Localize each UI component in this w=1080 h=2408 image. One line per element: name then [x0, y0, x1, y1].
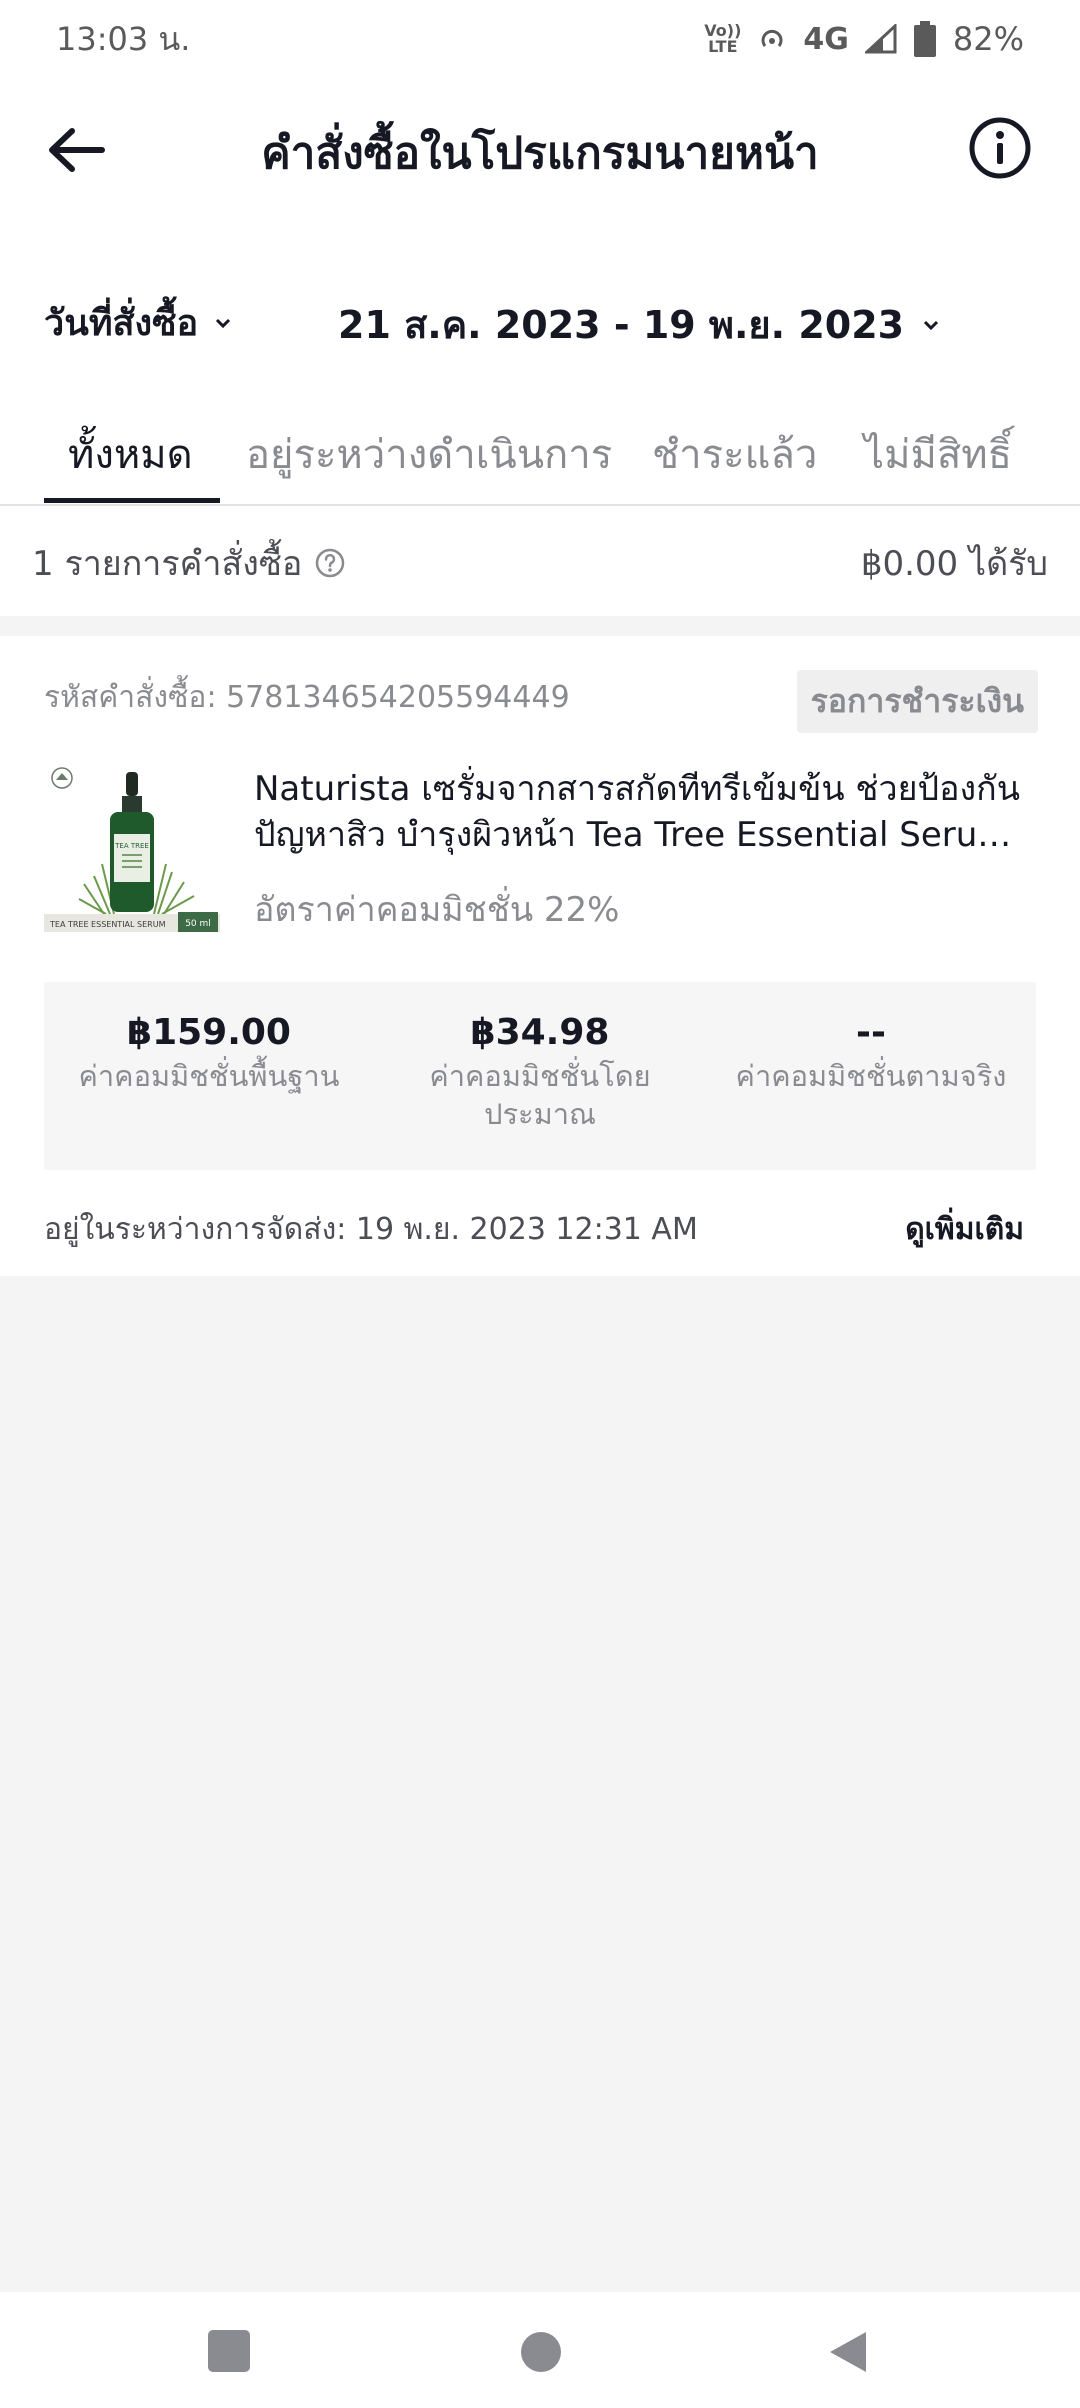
- commission-stats: ฿159.00 ค่าคอมมิชชั่นพื้นฐาน ฿34.98 ค่าค…: [44, 982, 1036, 1170]
- active-tab-indicator: [44, 498, 220, 503]
- chevron-down-icon: [216, 318, 231, 328]
- svg-text:TEA TREE: TEA TREE: [114, 842, 149, 850]
- status-tabs: ทั้งหมด อยู่ระหว่างดำเนินการ ชำระแล้ว ไม…: [0, 388, 1080, 506]
- battery-icon: [913, 21, 936, 57]
- stat-label: ค่าคอมมิชชั่นตามจริง: [735, 1059, 1007, 1093]
- page-title: คำสั่งซื้อในโปรแกรมนายหน้า: [261, 128, 819, 179]
- date-range-dropdown[interactable]: 21 ส.ค. 2023 - 19 พ.ย. 2023: [338, 294, 942, 355]
- stat-base-commission: ฿159.00 ค่าคอมมิชชั่นพื้นฐาน: [44, 1012, 374, 1095]
- volte-icon: Vo)) LTE: [704, 21, 742, 56]
- battery-level: 82%: [952, 20, 1024, 58]
- stat-value: ฿34.98: [470, 1012, 610, 1053]
- serum-bottle-image: TEA TREE TEA TREE ESSENTIAL SERUM 50 ml: [44, 764, 220, 940]
- thumb-caption: TEA TREE ESSENTIAL SERUM: [49, 920, 166, 929]
- order-count-label: 1 รายการคำสั่งซื้อ: [32, 544, 303, 584]
- system-nav-bar: [0, 2292, 1080, 2408]
- info-button[interactable]: [964, 112, 1036, 184]
- tab-paid[interactable]: ชำระแล้ว: [652, 422, 817, 486]
- thumb-size: 50 ml: [185, 919, 211, 929]
- tab-all[interactable]: ทั้งหมด: [68, 422, 193, 486]
- product-thumbnail[interactable]: TEA TREE TEA TREE ESSENTIAL SERUM 50 ml: [44, 764, 220, 940]
- stat-value: --: [856, 1012, 886, 1053]
- order-card[interactable]: รหัสคำสั่งซื้อ: 578134654205594449 รอการ…: [0, 636, 1080, 1276]
- section-divider: [0, 616, 1080, 636]
- stat-value: ฿159.00: [127, 1012, 291, 1053]
- order-summary: 1 รายการคำสั่งซื้อ ฿0.00 ได้รับ: [0, 506, 1080, 616]
- stat-estimated-commission: ฿34.98 ค่าคอมมิชชั่นโดยประมาณ: [400, 1012, 680, 1133]
- recents-icon[interactable]: [206, 2328, 252, 2374]
- date-type-label: วันที่สั่งซื้อ: [44, 303, 199, 344]
- tab-ineligible[interactable]: ไม่มีสิทธิ์: [864, 422, 1012, 486]
- status-badge: รอการชำระเงิน: [796, 670, 1038, 733]
- commission-rate: อัตราค่าคอมมิชชั่น 22%: [254, 890, 620, 930]
- date-range-label: 21 ส.ค. 2023 - 19 พ.ย. 2023: [338, 303, 905, 347]
- order-id: รหัสคำสั่งซื้อ: 578134654205594449: [44, 680, 570, 715]
- signal-icon: [864, 24, 897, 54]
- stat-label: ค่าคอมมิชชั่นโดยประมาณ: [429, 1059, 651, 1131]
- status-bar: 13:03 น. Vo)) LTE 4G 82%: [0, 0, 1080, 78]
- product-name[interactable]: Naturista เซรั่มจากสารสกัดทีทรีเข้มข้น ช…: [254, 766, 1044, 858]
- stat-actual-commission: -- ค่าคอมมิชชั่นตามจริง: [706, 1012, 1036, 1095]
- tab-processing[interactable]: อยู่ระหว่างดำเนินการ: [246, 422, 612, 486]
- stat-label: ค่าคอมมิชชั่นพื้นฐาน: [78, 1059, 340, 1093]
- back-nav-icon[interactable]: [824, 2328, 872, 2376]
- help-icon[interactable]: [314, 547, 346, 579]
- earned-amount: ฿0.00 ได้รับ: [860, 544, 1048, 584]
- see-more-link[interactable]: ดูเพิ่มเติม: [905, 1206, 1024, 1253]
- info-icon: [969, 117, 1031, 179]
- shipping-status: อยู่ในระหว่างการจัดส่ง: 19 พ.ย. 2023 12:…: [44, 1212, 698, 1247]
- status-icons: Vo)) LTE 4G 82%: [704, 20, 1024, 58]
- home-icon[interactable]: [517, 2328, 565, 2376]
- status-time: 13:03 น.: [56, 19, 191, 58]
- network-type: 4G: [803, 21, 849, 57]
- chevron-down-icon: [924, 320, 939, 330]
- date-type-dropdown[interactable]: วันที่สั่งซื้อ: [44, 294, 234, 351]
- order-count: 1 รายการคำสั่งซื้อ: [32, 536, 346, 590]
- hotspot-icon: [761, 29, 783, 47]
- app-header: คำสั่งซื้อในโปรแกรมนายหน้า: [0, 78, 1080, 218]
